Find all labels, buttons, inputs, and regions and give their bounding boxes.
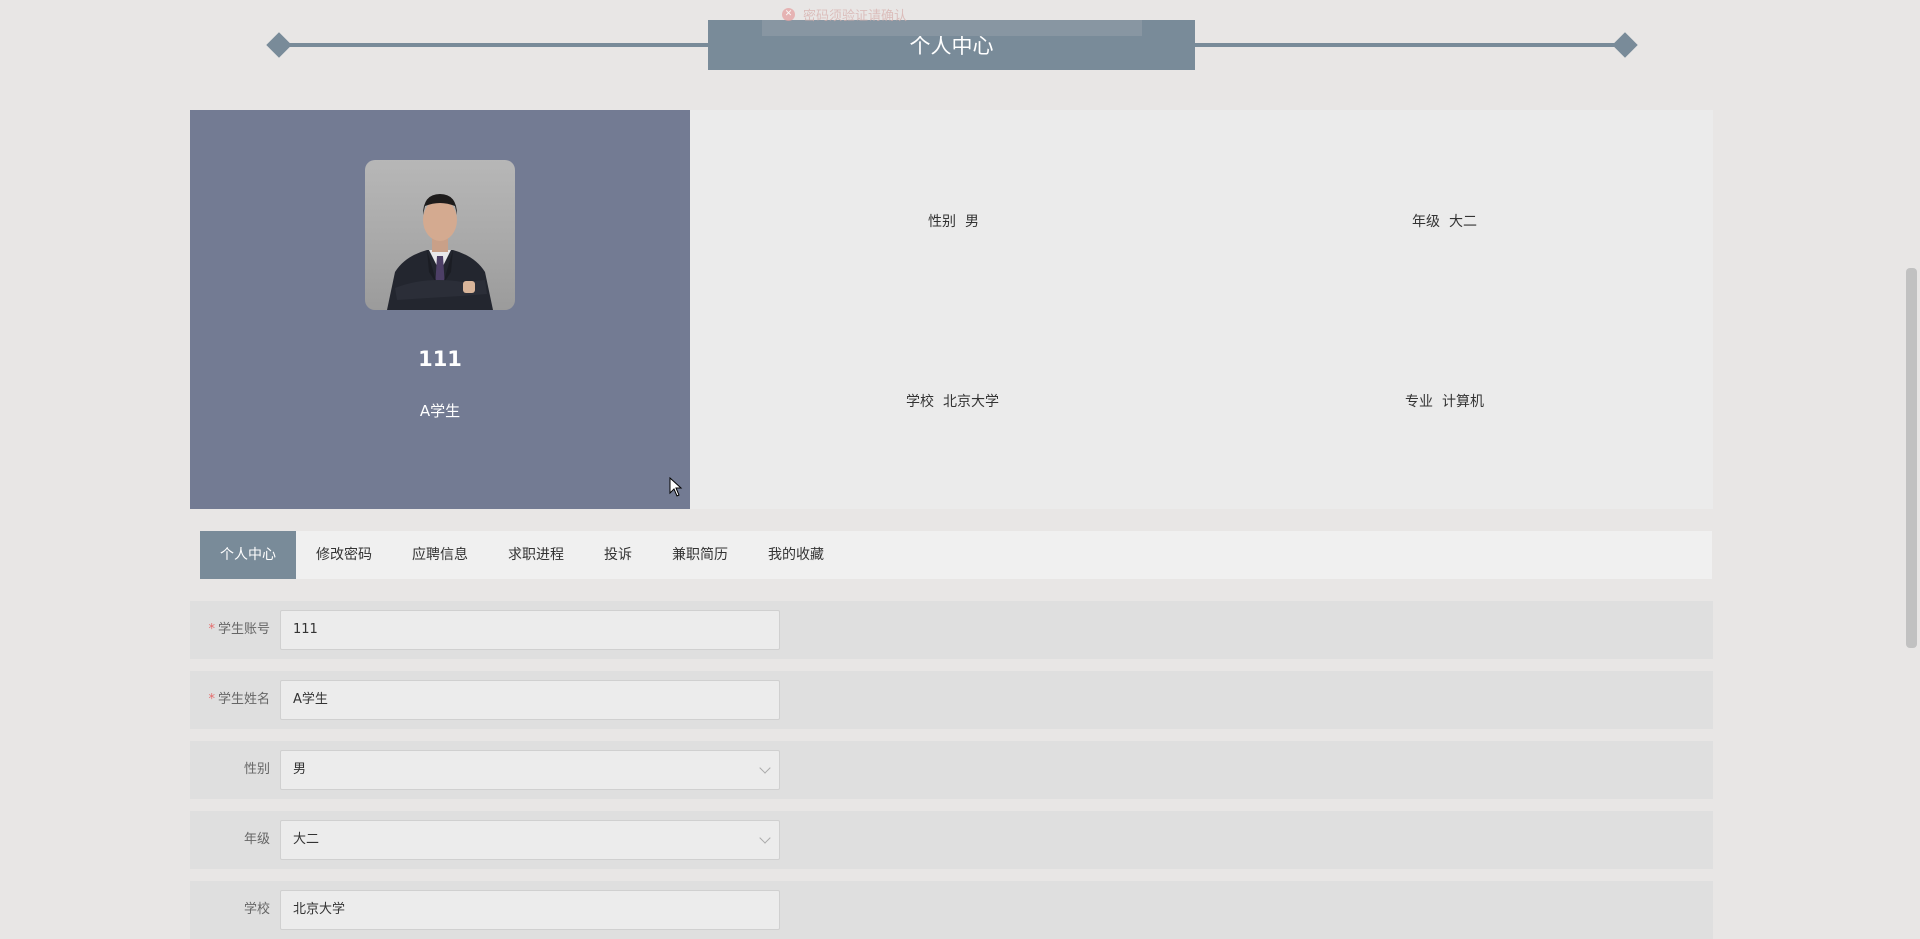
- grade-select[interactable]: 大二: [280, 820, 780, 860]
- tab-complaints[interactable]: 投诉: [584, 531, 652, 579]
- form-row-gender: 性别 男: [190, 741, 1713, 799]
- account-input[interactable]: 111: [280, 610, 780, 650]
- profile-info-panel: 性别男 年级 大二 学校 北京大学 专业 计算机: [690, 110, 1713, 509]
- info-major: 专业 计算机: [1405, 391, 1484, 411]
- tab-applications[interactable]: 应聘信息: [392, 531, 488, 579]
- form-row-name: * 学生姓名 A学生: [190, 671, 1713, 729]
- profile-summary-panel: 111 A学生: [190, 110, 690, 509]
- school-label: 学校: [243, 902, 270, 917]
- error-circle-icon: ✕: [782, 7, 795, 21]
- name-label-text: 学生姓名: [217, 692, 270, 707]
- info-school-label: 学校: [906, 394, 934, 410]
- form-row-school: 学校 北京大学: [190, 881, 1713, 939]
- tab-personal-center[interactable]: 个人中心: [200, 531, 296, 579]
- info-major-label: 专业: [1405, 394, 1433, 410]
- profile-name: 111: [418, 347, 462, 371]
- gender-select-value: 男: [293, 762, 307, 777]
- form-row-account: * 学生账号 111: [190, 601, 1713, 659]
- info-gender-value: 男: [965, 214, 979, 230]
- info-gender: 性别男: [928, 211, 979, 231]
- grade-select-value: 大二: [293, 832, 320, 847]
- tab-my-favorites[interactable]: 我的收藏: [748, 531, 844, 579]
- account-label: * 学生账号: [190, 601, 270, 659]
- grade-label: 年级: [243, 832, 270, 847]
- avatar: [365, 160, 515, 310]
- name-label: * 学生姓名: [190, 671, 270, 729]
- gender-label: 性别: [243, 762, 270, 777]
- toast-text: 密码须验证请确认: [803, 8, 908, 24]
- page-scrollbar-thumb[interactable]: [1906, 268, 1917, 648]
- page-title-box: 个人中心: [708, 20, 1195, 70]
- form-row-grade: 年级 大二: [190, 811, 1713, 869]
- info-school-value: 北京大学: [943, 394, 999, 410]
- info-school: 学校 北京大学: [906, 391, 999, 411]
- required-mark: *: [208, 622, 215, 637]
- tab-part-time-resume[interactable]: 兼职简历: [652, 531, 748, 579]
- school-input[interactable]: 北京大学: [280, 890, 780, 930]
- info-grade-label: 年级: [1412, 214, 1440, 230]
- title-diamond-right-icon: [1612, 32, 1638, 58]
- account-label-text: 学生账号: [217, 622, 270, 637]
- name-input[interactable]: A学生: [280, 680, 780, 720]
- tab-job-progress[interactable]: 求职进程: [488, 531, 584, 579]
- gender-select[interactable]: 男: [280, 750, 780, 790]
- toast-message: ✕ 密码须验证请确认: [782, 5, 908, 24]
- info-major-value: 计算机: [1442, 394, 1484, 410]
- required-mark: *: [208, 692, 215, 707]
- title-diamond-left-icon: [266, 32, 292, 58]
- info-grade: 年级 大二: [1412, 211, 1477, 231]
- tab-change-password[interactable]: 修改密码: [296, 531, 392, 579]
- avatar-photo: [387, 194, 493, 310]
- info-grade-value: 大二: [1449, 214, 1477, 230]
- profile-role: A学生: [419, 402, 461, 420]
- chevron-down-icon: [759, 762, 771, 774]
- info-gender-label: 性别: [928, 214, 956, 230]
- mouse-pointer-icon: [669, 477, 683, 497]
- chevron-down-icon: [759, 832, 771, 844]
- profile-tabs: 个人中心 修改密码 应聘信息 求职进程 投诉 兼职简历 我的收藏: [200, 531, 1712, 579]
- page-title: 个人中心: [909, 34, 994, 58]
